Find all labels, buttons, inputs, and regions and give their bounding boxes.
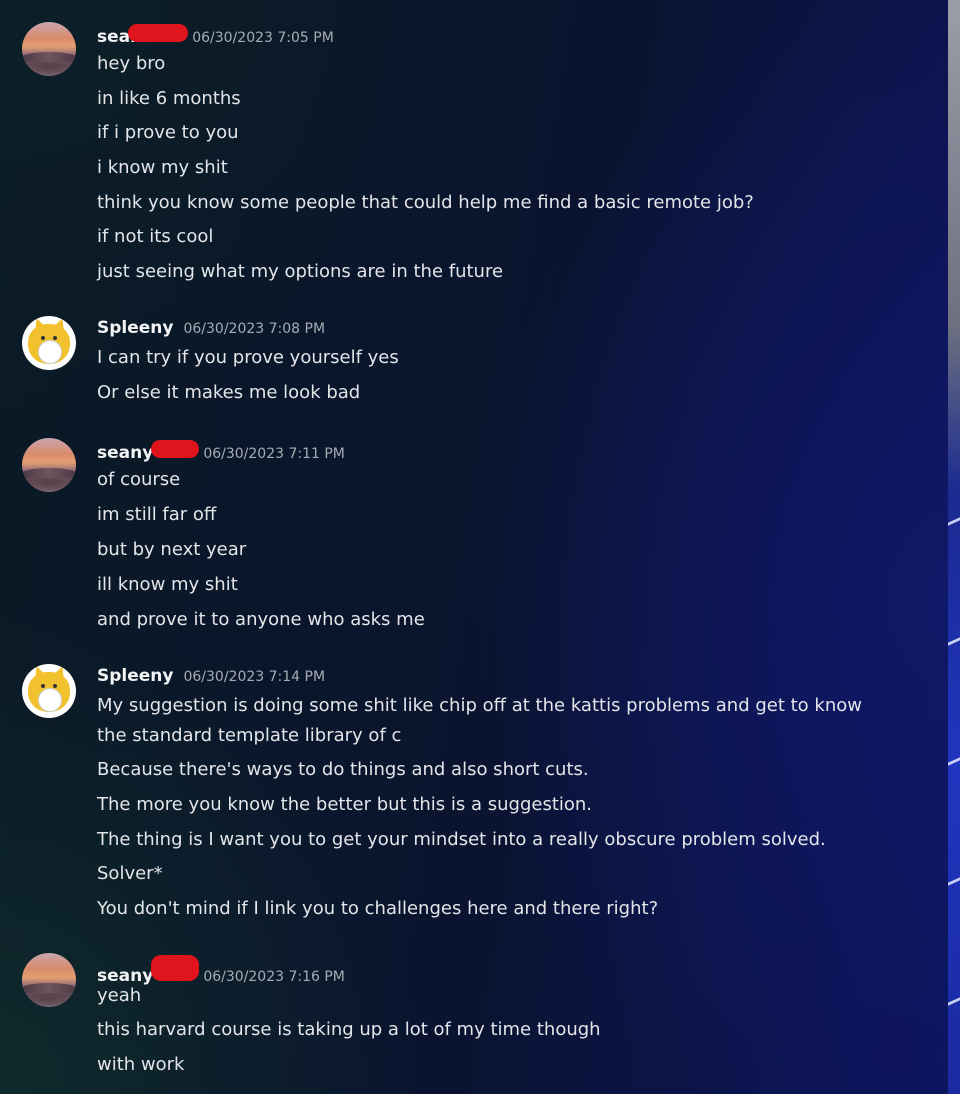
message-text: with work: [97, 1054, 185, 1075]
message-text: but by next year: [97, 539, 247, 560]
user-avatar[interactable]: [22, 664, 76, 718]
username[interactable]: Spleeny: [97, 318, 173, 338]
message-text: think you know some people that could he…: [97, 192, 754, 213]
message-text: You don't mind if I link you to challeng…: [97, 898, 659, 919]
user-avatar[interactable]: [22, 22, 76, 76]
username[interactable]: Spleeny: [97, 666, 173, 686]
message-text: and prove it to anyone who asks me: [97, 609, 425, 630]
user-avatar[interactable]: [22, 438, 76, 492]
message-text: My suggestion is doing some shit like ch…: [97, 695, 862, 746]
message-text: if not its cool: [97, 226, 214, 247]
message-text: in like 6 months: [97, 88, 241, 109]
message-header: seany 06/30/2023 7:11 PM: [97, 440, 345, 466]
message-header: seany 06/30/2023 7:16 PM: [97, 955, 345, 986]
message-text: The more you know the better but this is…: [97, 794, 593, 815]
chat-message-list[interactable]: sean 06/30/2023 7:05 PM hey bro in like …: [0, 0, 948, 1094]
username[interactable]: seany: [97, 966, 153, 986]
username[interactable]: seany: [97, 443, 153, 463]
timestamp[interactable]: 06/30/2023 7:08 PM: [183, 321, 325, 337]
message-header: sean 06/30/2023 7:05 PM: [97, 24, 334, 50]
redaction-scribble: [151, 955, 200, 981]
message-text: hey bro: [97, 53, 166, 74]
timestamp[interactable]: 06/30/2023 7:11 PM: [203, 446, 345, 462]
background-wallpaper-strip: [948, 0, 960, 1094]
message-text: just seeing what my options are in the f…: [97, 261, 504, 282]
message-text: yeah: [97, 985, 142, 1006]
redaction-scribble: [128, 24, 189, 42]
message-text: i know my shit: [97, 157, 228, 178]
message-text: im still far off: [97, 504, 217, 525]
message-text: if i prove to you: [97, 122, 239, 143]
user-avatar[interactable]: [22, 316, 76, 370]
message-text: Because there's ways to do things and al…: [97, 759, 589, 780]
message-text: of course: [97, 469, 181, 490]
message-header: Spleeny 06/30/2023 7:14 PM: [97, 666, 325, 692]
message-text: ill know my shit: [97, 574, 238, 595]
timestamp[interactable]: 06/30/2023 7:05 PM: [192, 30, 334, 46]
message-text: I can try if you prove yourself yes: [97, 347, 399, 368]
redaction-scribble: [151, 440, 200, 458]
message-header: Spleeny 06/30/2023 7:08 PM: [97, 318, 325, 344]
user-avatar[interactable]: [22, 953, 76, 1007]
message-text: Or else it makes me look bad: [97, 382, 361, 403]
message-text: this harvard course is taking up a lot o…: [97, 1019, 601, 1040]
message-text: Solver*: [97, 863, 163, 884]
message-text: The thing is I want you to get your mind…: [97, 829, 826, 850]
timestamp[interactable]: 06/30/2023 7:14 PM: [183, 669, 325, 685]
timestamp[interactable]: 06/30/2023 7:16 PM: [203, 969, 345, 985]
